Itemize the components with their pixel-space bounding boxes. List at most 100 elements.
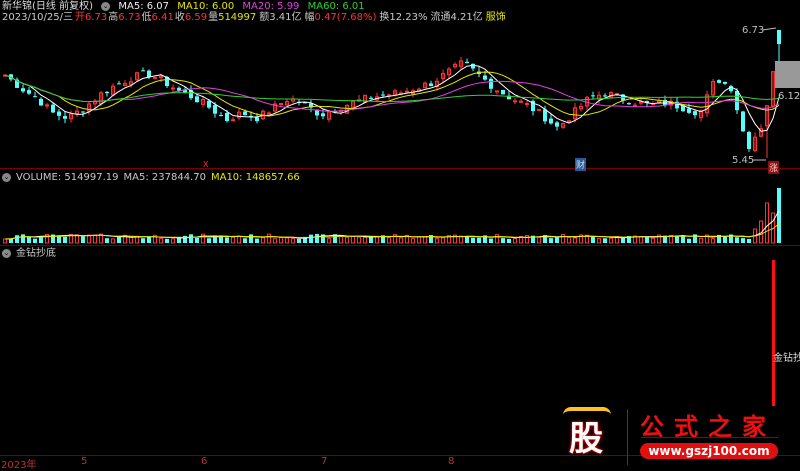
- candle: [405, 90, 409, 93]
- finance-badge[interactable]: 财: [575, 158, 587, 171]
- candle: [81, 111, 85, 113]
- volume-bar: [261, 237, 265, 244]
- volume-bar: [105, 238, 109, 243]
- event-marker[interactable]: X: [203, 160, 208, 169]
- volume-bar: [189, 234, 193, 243]
- candle: [225, 112, 229, 121]
- kline-chart[interactable]: [0, 0, 800, 467]
- volume-bar: [15, 235, 19, 243]
- volume-bar: [249, 234, 253, 243]
- panel-divider: [0, 168, 800, 169]
- candle: [549, 118, 553, 124]
- volume-bar: [267, 233, 271, 244]
- candle: [537, 108, 541, 111]
- volume-bar: [177, 237, 181, 243]
- volume-header: ⌄ VOLUME: 514997.19 MA5: 237844.70 MA10: 14…: [2, 172, 305, 184]
- volume-bar: [465, 236, 469, 243]
- volume-bar: [501, 238, 505, 243]
- logo-divider: [627, 409, 628, 465]
- panel-divider: [0, 245, 800, 246]
- candle: [21, 88, 25, 92]
- candle: [171, 87, 175, 90]
- volume-bar: [687, 238, 691, 243]
- candle: [747, 131, 751, 149]
- volume-bar: [309, 234, 313, 243]
- candle: [381, 94, 385, 96]
- candle: [627, 103, 631, 105]
- candle: [153, 76, 157, 79]
- volume-bar: [507, 238, 511, 243]
- axis-label: 7: [321, 456, 328, 467]
- candle: [207, 100, 211, 108]
- volume-bar: [621, 238, 625, 243]
- volume-bar: [207, 238, 211, 243]
- volume-bar: [195, 237, 199, 243]
- high-marker: 6.73: [742, 25, 765, 36]
- candle: [231, 119, 235, 122]
- volume-bar: [237, 235, 241, 244]
- candle: [555, 122, 559, 127]
- candle: [489, 78, 493, 89]
- candle: [27, 90, 31, 94]
- volume-bar: [549, 238, 553, 243]
- candle: [141, 70, 145, 72]
- volume-ma5: MA5: 237844.70: [123, 172, 206, 183]
- candle: [213, 105, 217, 114]
- candle: [147, 70, 151, 77]
- volume-bar: [435, 238, 439, 244]
- volume-bar: [777, 188, 781, 243]
- volume-bar: [93, 234, 97, 244]
- candle: [51, 104, 55, 113]
- logo-brand: 股: [569, 419, 603, 459]
- candle: [513, 100, 517, 103]
- candle: [603, 95, 607, 97]
- volume-ma10: MA10: 148657.66: [210, 172, 300, 183]
- candle: [369, 97, 373, 99]
- volume-bar: [201, 233, 205, 244]
- indicator-header: ⌄ 金钻抄底: [2, 248, 61, 260]
- dropdown-icon[interactable]: ⌄: [2, 248, 11, 258]
- volume-bar: [651, 237, 655, 244]
- volume-bar: [33, 238, 37, 243]
- limit-up-badge[interactable]: 涨: [768, 161, 780, 174]
- volume-bar: [297, 238, 301, 243]
- volume-bar: [159, 237, 163, 244]
- volume-bar: [351, 235, 355, 244]
- candle: [117, 83, 121, 85]
- volume-bar: [735, 237, 739, 243]
- volume-bar: [165, 238, 169, 243]
- volume-bar: [441, 237, 445, 244]
- volume-bar: [765, 202, 769, 244]
- volume-bar: [411, 238, 415, 244]
- candle: [543, 109, 547, 122]
- ma20-line: [4, 74, 780, 112]
- volume-bar: [255, 238, 259, 243]
- volume-bar: [147, 236, 151, 243]
- candle: [687, 108, 691, 113]
- axis-label: 8: [448, 456, 455, 467]
- volume-total: VOLUME: 514997.19: [16, 172, 119, 183]
- candle: [501, 89, 505, 95]
- candle: [219, 115, 223, 117]
- volume-bar: [741, 238, 745, 243]
- volume-bar: [315, 234, 319, 243]
- volume-bar: [609, 237, 613, 244]
- candle: [723, 81, 727, 84]
- logo-url: www.gszj100.com: [640, 443, 778, 459]
- volume-bar: [555, 237, 559, 243]
- volume-bar: [471, 237, 475, 243]
- volume-bar: [369, 236, 373, 243]
- volume-bar: [291, 238, 295, 244]
- volume-bar: [81, 236, 85, 243]
- candle: [465, 61, 469, 64]
- volume-bar: [243, 238, 247, 243]
- candle: [471, 63, 475, 69]
- volume-bar: [63, 236, 67, 243]
- low-marker: 5.45: [732, 155, 755, 166]
- dropdown-icon[interactable]: ⌄: [2, 172, 11, 182]
- volume-bar: [87, 234, 91, 244]
- volume-bar: [597, 237, 601, 244]
- candle: [105, 91, 109, 94]
- candle: [255, 117, 259, 122]
- volume-bar: [489, 238, 493, 243]
